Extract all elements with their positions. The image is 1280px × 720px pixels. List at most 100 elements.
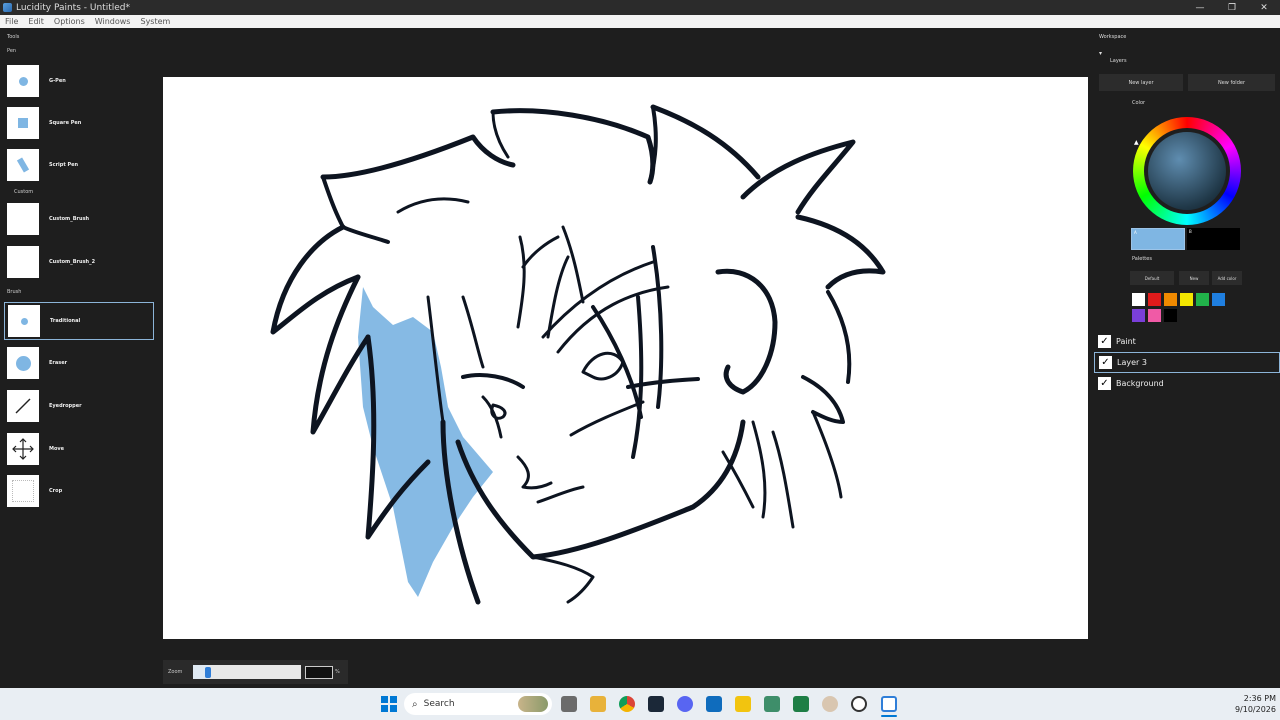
- tool-label: Traditional: [50, 318, 81, 324]
- layer-visibility-checkbox[interactable]: ✓: [1098, 377, 1111, 390]
- layer-visibility-checkbox[interactable]: ✓: [1098, 335, 1111, 348]
- new-folder-button[interactable]: New folder: [1188, 74, 1275, 91]
- palette-swatch[interactable]: [1196, 293, 1209, 306]
- clock-time: 2:36 PM: [1243, 694, 1276, 703]
- tool-label: Eraser: [49, 360, 68, 366]
- collapse-arrow-icon[interactable]: ▾: [1099, 50, 1102, 57]
- zoom-control: Zoom %: [163, 660, 348, 684]
- zoom-slider[interactable]: [193, 665, 301, 679]
- minimize-button[interactable]: —: [1184, 0, 1216, 15]
- tool-script-pen[interactable]: Script Pen: [4, 146, 154, 184]
- taskbar-search[interactable]: ⌕ Search: [404, 693, 552, 715]
- script-pen-icon: [7, 149, 39, 181]
- menu-system[interactable]: System: [135, 17, 175, 26]
- primary-tag: A: [1134, 230, 1137, 235]
- chrome-icon[interactable]: [619, 696, 635, 712]
- palette-add-color-button[interactable]: Add color: [1212, 271, 1242, 285]
- menu-options[interactable]: Options: [49, 17, 90, 26]
- tool-label: Eyedropper: [49, 403, 82, 409]
- task-view-icon[interactable]: [561, 696, 577, 712]
- workspace-title: Workspace: [1099, 34, 1127, 40]
- sketch-artwork: [270, 104, 886, 605]
- palette-swatch[interactable]: [1164, 309, 1177, 322]
- tool-label: Custom_Brush: [49, 216, 90, 222]
- palette-swatch[interactable]: [1132, 293, 1145, 306]
- tool-square-pen[interactable]: Square Pen: [4, 104, 154, 142]
- tool-group-pen: Pen: [7, 48, 17, 54]
- tool-move[interactable]: Move: [4, 430, 154, 468]
- search-highlight-icon: [518, 696, 548, 712]
- secondary-tag: B: [1189, 229, 1192, 234]
- system-clock[interactable]: 2:36 PM 9/10/2026: [1222, 693, 1276, 715]
- move-icon: [7, 433, 39, 465]
- tool-traditional[interactable]: Traditional: [4, 302, 154, 340]
- calculator-icon[interactable]: [764, 696, 780, 712]
- clock-date: 9/10/2026: [1234, 705, 1276, 714]
- menu-bar: File Edit Options Windows System: [0, 15, 1280, 28]
- tool-eyedropper[interactable]: Eyedropper: [4, 387, 154, 425]
- window-title: Lucidity Paints - Untitled*: [16, 2, 130, 13]
- lucidity-paints-taskbar-icon[interactable]: [881, 696, 897, 712]
- layer-row-paint[interactable]: ✓ Paint: [1094, 331, 1280, 352]
- tool-group-custom: Custom: [14, 189, 34, 195]
- zoom-unit: %: [335, 669, 340, 675]
- steam-icon[interactable]: [648, 696, 664, 712]
- palette-swatch[interactable]: [1164, 293, 1177, 306]
- palette-new-button[interactable]: New: [1179, 271, 1209, 285]
- layer-name: Paint: [1116, 337, 1136, 346]
- layer-row-layer-3[interactable]: ✓ Layer 3: [1094, 352, 1280, 373]
- file-explorer-icon[interactable]: [590, 696, 606, 712]
- palettes-title: Palettes: [1132, 256, 1152, 262]
- zoom-slider-thumb[interactable]: [205, 667, 212, 678]
- app-icon: [3, 3, 12, 12]
- outlook-icon[interactable]: [706, 696, 722, 712]
- layer-visibility-checkbox[interactable]: ✓: [1099, 356, 1112, 369]
- zoom-label: Zoom: [168, 669, 183, 675]
- maximize-button[interactable]: ❐: [1216, 0, 1248, 15]
- saturation-value-disc[interactable]: [1148, 132, 1226, 210]
- palette-swatch[interactable]: [1212, 293, 1225, 306]
- menu-windows[interactable]: Windows: [90, 17, 136, 26]
- traditional-brush-icon: [8, 305, 40, 337]
- menu-edit[interactable]: Edit: [23, 17, 49, 26]
- zoom-value-input[interactable]: [305, 665, 333, 679]
- tool-label: Script Pen: [49, 162, 79, 168]
- layer-row-background[interactable]: ✓ Background: [1094, 373, 1280, 394]
- windows-start-icon[interactable]: [381, 696, 397, 712]
- palette-swatch[interactable]: [1148, 293, 1161, 306]
- tool-custom-brush-2[interactable]: Custom_Brush_2: [4, 243, 154, 281]
- layers-section-title: Layers: [1110, 58, 1127, 64]
- new-layer-button[interactable]: New layer: [1099, 74, 1183, 91]
- g-pen-icon: [7, 65, 39, 97]
- custom-brush-2-icon: [7, 246, 39, 278]
- sticky-notes-icon[interactable]: [735, 696, 751, 712]
- tool-eraser[interactable]: Eraser: [4, 344, 154, 382]
- palette-default-button[interactable]: Default: [1130, 271, 1174, 285]
- tool-g-pen[interactable]: G-Pen: [4, 62, 154, 100]
- close-button[interactable]: ✕: [1248, 0, 1280, 15]
- tools-panel-title: Tools: [7, 34, 20, 40]
- palette-swatch[interactable]: [1180, 293, 1193, 306]
- tool-crop[interactable]: Crop: [4, 472, 154, 510]
- tools-panel: Tools Pen G-Pen Square Pen Script Pen Cu…: [0, 28, 157, 688]
- layer-name: Layer 3: [1117, 358, 1147, 367]
- palette-swatch[interactable]: [1132, 309, 1145, 322]
- eraser-icon: [7, 347, 39, 379]
- tool-label: Square Pen: [49, 120, 82, 126]
- avatar-app-icon[interactable]: [822, 696, 838, 712]
- palette-swatch[interactable]: [1148, 309, 1161, 322]
- app-clock-icon[interactable]: [851, 696, 867, 712]
- secondary-color-swatch[interactable]: B: [1187, 228, 1240, 250]
- window-controls: — ❐ ✕: [1184, 0, 1280, 15]
- tool-custom-brush[interactable]: Custom_Brush: [4, 200, 154, 238]
- menu-file[interactable]: File: [0, 17, 23, 26]
- hue-marker-icon[interactable]: ▲: [1134, 139, 1139, 146]
- active-app-indicator: [881, 715, 897, 717]
- sheets-icon[interactable]: [793, 696, 809, 712]
- primary-color-swatch[interactable]: A: [1131, 228, 1185, 250]
- tool-label: Move: [49, 446, 65, 452]
- discord-icon[interactable]: [677, 696, 693, 712]
- drawing-canvas[interactable]: [163, 77, 1088, 639]
- search-label: Search: [423, 699, 455, 709]
- crop-icon: [7, 475, 39, 507]
